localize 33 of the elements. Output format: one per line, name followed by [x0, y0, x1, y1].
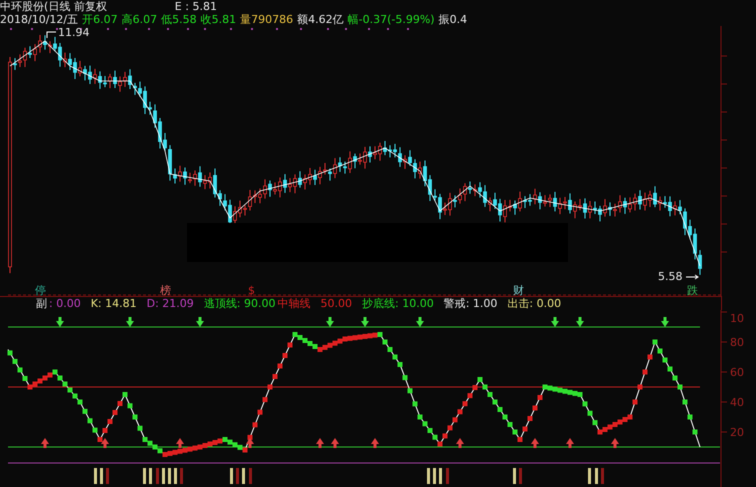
legend-item: 逃顶线: 90.00: [204, 297, 276, 310]
quote-field: 额4.62亿: [297, 13, 344, 26]
quote-field: 量790786: [240, 13, 294, 26]
legend-item: 警戒: 1.00: [444, 297, 498, 310]
legend-item: 抄底线: 10.00: [362, 297, 434, 310]
axis-label: 10: [730, 312, 744, 325]
high-price-label: 11.94: [58, 26, 90, 39]
legend-item: 中轴线: [278, 297, 310, 310]
quote-field: 振0.4: [438, 13, 468, 26]
quote-field: 2018/10/12/五: [0, 13, 78, 26]
quote-field: 低5.58: [161, 13, 197, 26]
legend-item: 副: [36, 297, 47, 310]
legend-item: D: 21.09: [146, 297, 194, 310]
stock-title: 中环股份(日线 前复权: [0, 0, 107, 13]
indicator-value: E : 5.81: [174, 0, 217, 13]
legend-item: 出击: 0.00: [507, 297, 562, 310]
event-marker: 财: [513, 284, 524, 296]
axis-label: 40: [730, 396, 744, 409]
legend-item: 50.00: [320, 297, 352, 310]
quote-field: 高6.07: [122, 13, 158, 26]
quote-field: 幅-0.37(-5.99%): [348, 13, 435, 26]
quote-field: 收5.81: [200, 13, 236, 26]
event-marker: 停: [35, 284, 46, 296]
legend-item: : 0.00: [49, 297, 81, 310]
low-price-label: 5.58: [658, 270, 682, 283]
quote-field: 开6.07: [82, 13, 118, 26]
axis-label: 80: [730, 336, 744, 349]
event-marker: $: [248, 284, 255, 296]
event-marker: 跌: [687, 284, 698, 296]
axis-label: 20: [730, 426, 744, 439]
axis-label: 60: [730, 366, 744, 379]
event-marker: 榜: [160, 284, 171, 296]
legend-item: K: 14.81: [90, 297, 137, 310]
